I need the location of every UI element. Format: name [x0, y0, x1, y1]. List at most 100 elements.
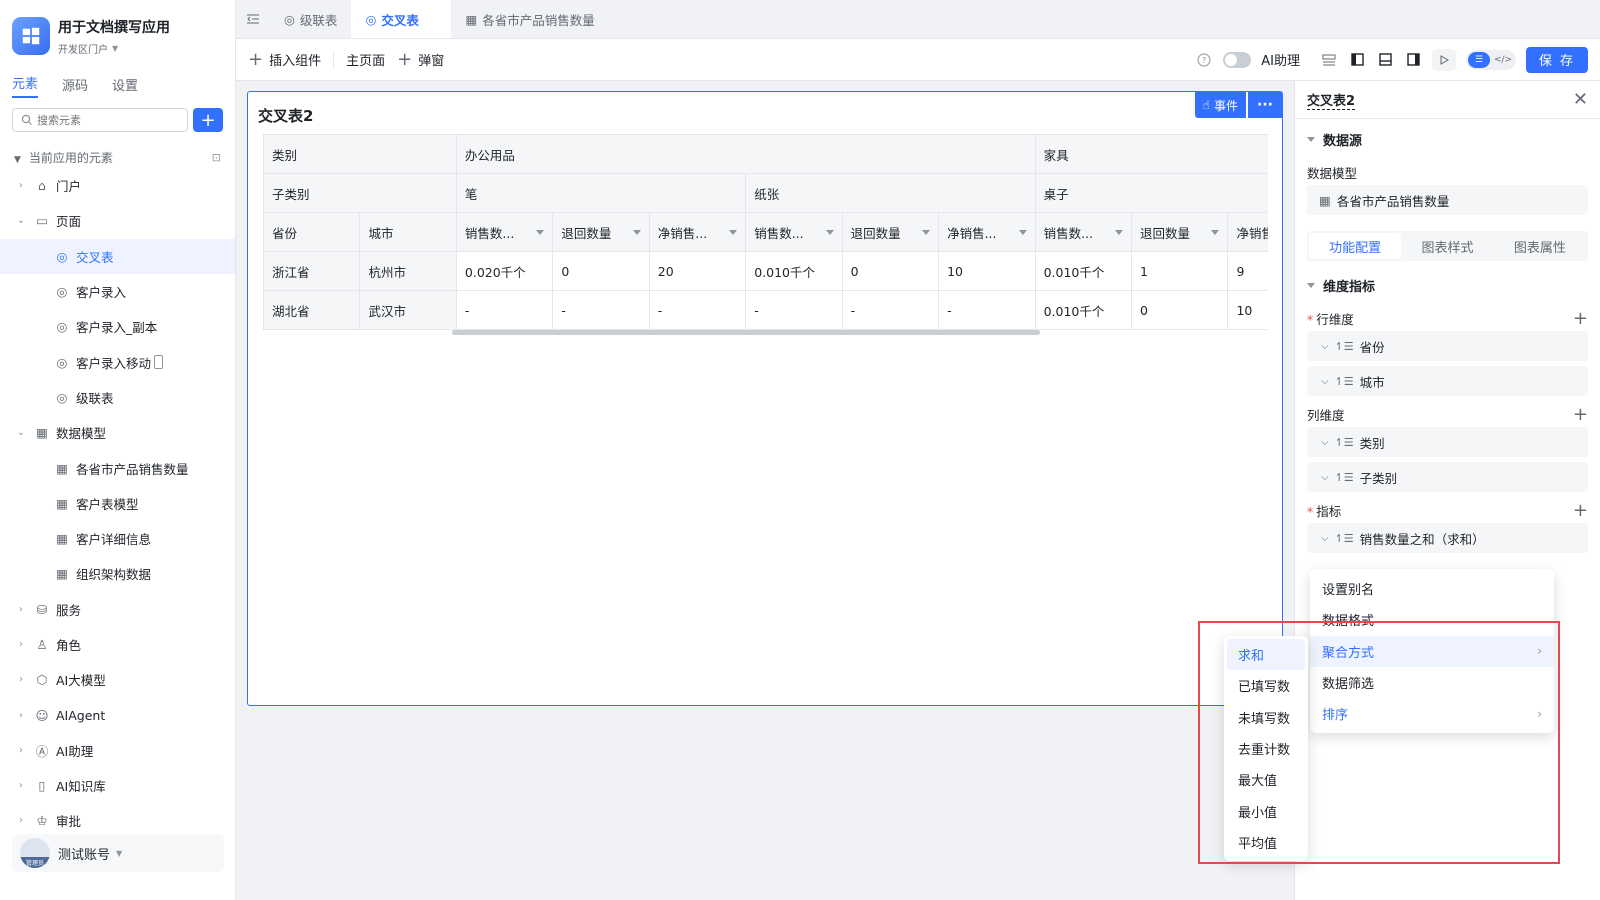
- locate-icon[interactable]: ⊡: [212, 151, 221, 164]
- data-model-select[interactable]: ▦ 各省市产品销售数量: [1307, 185, 1588, 215]
- aggregation-option[interactable]: 求和: [1227, 639, 1305, 671]
- chevron-right-icon[interactable]: ›: [14, 780, 28, 791]
- header-measure[interactable]: 净销售...: [938, 212, 1036, 252]
- header-measure[interactable]: 销售数...: [745, 212, 843, 252]
- sidebar-item[interactable]: ⌄ ▦ 数据模型: [0, 415, 235, 450]
- row-dimension-item[interactable]: ⌵ ↿☰ 城市: [1307, 366, 1588, 396]
- preview-play-icon[interactable]: [1432, 48, 1456, 71]
- tab-source[interactable]: 源码: [62, 75, 88, 98]
- save-button[interactable]: 保 存: [1526, 46, 1588, 73]
- element-search[interactable]: [12, 108, 188, 132]
- context-menu-item[interactable]: 设置别名: [1310, 573, 1554, 604]
- aggregation-option[interactable]: 未填写数: [1224, 702, 1308, 733]
- sidebar-item[interactable]: ◎ 交叉表: [0, 238, 235, 274]
- chevron-down-icon[interactable]: ⌄: [14, 215, 28, 226]
- portal-selector[interactable]: 开发区门户 ▼: [58, 41, 170, 56]
- header-measure[interactable]: 退回数量: [1131, 212, 1229, 252]
- caret-down-icon[interactable]: [536, 229, 545, 235]
- caret-down-icon[interactable]: [632, 229, 641, 235]
- chevron-right-icon[interactable]: ›: [14, 604, 28, 615]
- col-dimension-item[interactable]: ⌵ ↿☰ 类别: [1307, 427, 1588, 457]
- main-page-button[interactable]: 主页面: [334, 50, 397, 69]
- chevron-right-icon[interactable]: ›: [14, 180, 28, 191]
- layout-grid-icon[interactable]: [1320, 51, 1338, 69]
- sidebar-item[interactable]: ▦ 各省市产品销售数量: [0, 450, 235, 485]
- more-options-button[interactable]: ···: [1248, 92, 1282, 118]
- doc-tab-crosstab[interactable]: ◎ 交叉表: [351, 0, 452, 38]
- user-account[interactable]: 管理员 测试账号 ▼: [12, 834, 224, 872]
- chevron-right-icon[interactable]: ›: [14, 745, 28, 756]
- dim-metric-section-header[interactable]: 维度指标: [1295, 267, 1600, 303]
- help-icon[interactable]: ?: [1195, 51, 1213, 69]
- doc-tab-cascade[interactable]: ◎ 级联表: [270, 0, 351, 38]
- caret-down-icon[interactable]: [729, 229, 738, 235]
- sidebar-item[interactable]: › ♙ 角色: [0, 627, 235, 662]
- context-menu-item[interactable]: 数据筛选: [1310, 667, 1554, 698]
- chevron-right-icon[interactable]: ›: [14, 674, 28, 685]
- design-mode-icon[interactable]: ☰: [1468, 51, 1490, 68]
- collapse-sidebar-icon[interactable]: [236, 0, 270, 38]
- sidebar-item[interactable]: ▦ 客户详细信息: [0, 521, 235, 556]
- add-col-dim-button[interactable]: +: [1573, 404, 1588, 425]
- caret-down-icon[interactable]: [1115, 229, 1124, 235]
- doc-tab-sales-model[interactable]: ▦ 各省市产品销售数量: [451, 0, 608, 38]
- aggregation-option[interactable]: 已填写数: [1224, 670, 1308, 701]
- chevron-right-icon[interactable]: ›: [14, 639, 28, 650]
- aggregation-option[interactable]: 去重计数: [1224, 733, 1308, 764]
- crosstab-component[interactable]: 交叉表2 ☝ 事件 ··· 类别 办公用品 家具 子类别笔纸张 桌子 省份 城市 销售数...…: [247, 91, 1283, 706]
- event-button[interactable]: ☝ 事件: [1194, 92, 1246, 118]
- sidebar-item[interactable]: ▦ 组织架构数据: [0, 556, 235, 591]
- header-measure[interactable]: 净销售...: [1227, 212, 1268, 252]
- chevron-down-icon[interactable]: ⌵: [1321, 376, 1329, 387]
- sidebar-item[interactable]: ◎ 客户录入_副本: [0, 309, 235, 344]
- ai-assistant-toggle[interactable]: [1223, 51, 1252, 68]
- add-element-button[interactable]: +: [193, 108, 223, 132]
- metric-item[interactable]: ⌵ ↿☰ 销售数量之和（求和）: [1307, 523, 1588, 553]
- sidebar-item[interactable]: › ⬡ AI大模型: [0, 662, 235, 697]
- chevron-down-icon[interactable]: ⌵: [1321, 437, 1329, 448]
- insert-component-button[interactable]: + 插入组件: [236, 49, 333, 70]
- close-icon[interactable]: ✕: [1573, 89, 1588, 110]
- header-measure[interactable]: 净销售...: [648, 212, 747, 252]
- chevron-right-icon[interactable]: ›: [14, 710, 28, 721]
- header-measure[interactable]: 退回数量: [552, 212, 650, 252]
- aggregation-option[interactable]: 最大值: [1224, 764, 1308, 795]
- panel-title[interactable]: 交叉表2: [1307, 90, 1356, 110]
- tab-elements[interactable]: 元素: [12, 73, 39, 98]
- context-menu-item[interactable]: 聚合方式 ›: [1310, 635, 1554, 667]
- tab-chart-style[interactable]: 图表样式: [1401, 233, 1493, 259]
- code-mode-icon[interactable]: </>: [1492, 52, 1514, 68]
- aggregation-option[interactable]: 平均值: [1224, 827, 1308, 858]
- tab-chart-props[interactable]: 图表属性: [1494, 233, 1586, 259]
- bottom-panel-icon[interactable]: [1376, 51, 1394, 69]
- caret-down-icon[interactable]: [1211, 229, 1220, 235]
- sidebar-item[interactable]: ◎ 级联表: [0, 380, 235, 415]
- caret-down-icon[interactable]: [825, 229, 834, 235]
- aggregation-option[interactable]: 最小值: [1224, 795, 1308, 826]
- left-panel-icon[interactable]: [1348, 51, 1366, 69]
- sidebar-item[interactable]: › Ⓐ AI助理: [0, 733, 235, 768]
- horizontal-scrollbar[interactable]: [452, 330, 1040, 335]
- chevron-right-icon[interactable]: ›: [14, 815, 28, 826]
- tab-settings[interactable]: 设置: [112, 75, 138, 98]
- caret-down-icon[interactable]: [922, 229, 931, 235]
- header-measure[interactable]: 退回数量: [841, 212, 940, 252]
- header-measure[interactable]: 销售数...: [455, 212, 554, 252]
- header-measure[interactable]: 销售数...: [1034, 212, 1133, 252]
- col-dimension-item[interactable]: ⌵ ↿☰ 子类别: [1307, 462, 1588, 492]
- sidebar-item[interactable]: › ⛁ 服务: [0, 592, 235, 627]
- caret-down-icon[interactable]: [1018, 229, 1027, 235]
- chevron-down-icon[interactable]: ⌵: [1321, 472, 1329, 483]
- sidebar-item[interactable]: ◎ 客户录入: [0, 274, 235, 309]
- sidebar-item[interactable]: › ⌂ 门户: [0, 168, 235, 203]
- chevron-down-icon[interactable]: ⌄: [14, 427, 28, 438]
- sidebar-item[interactable]: ▦ 客户表模型: [0, 486, 235, 521]
- row-dimension-item[interactable]: ⌵ ↿☰ 省份: [1307, 331, 1588, 361]
- chevron-down-icon[interactable]: ⌵: [1321, 533, 1329, 544]
- search-input[interactable]: [37, 113, 177, 127]
- sidebar-item[interactable]: ◎ 客户录入移动: [0, 344, 235, 379]
- add-metric-button[interactable]: +: [1573, 500, 1588, 521]
- right-panel-icon[interactable]: [1404, 51, 1422, 69]
- datasource-section-header[interactable]: 数据源: [1295, 121, 1600, 157]
- sidebar-item[interactable]: › ☺ AIAgent: [0, 697, 235, 732]
